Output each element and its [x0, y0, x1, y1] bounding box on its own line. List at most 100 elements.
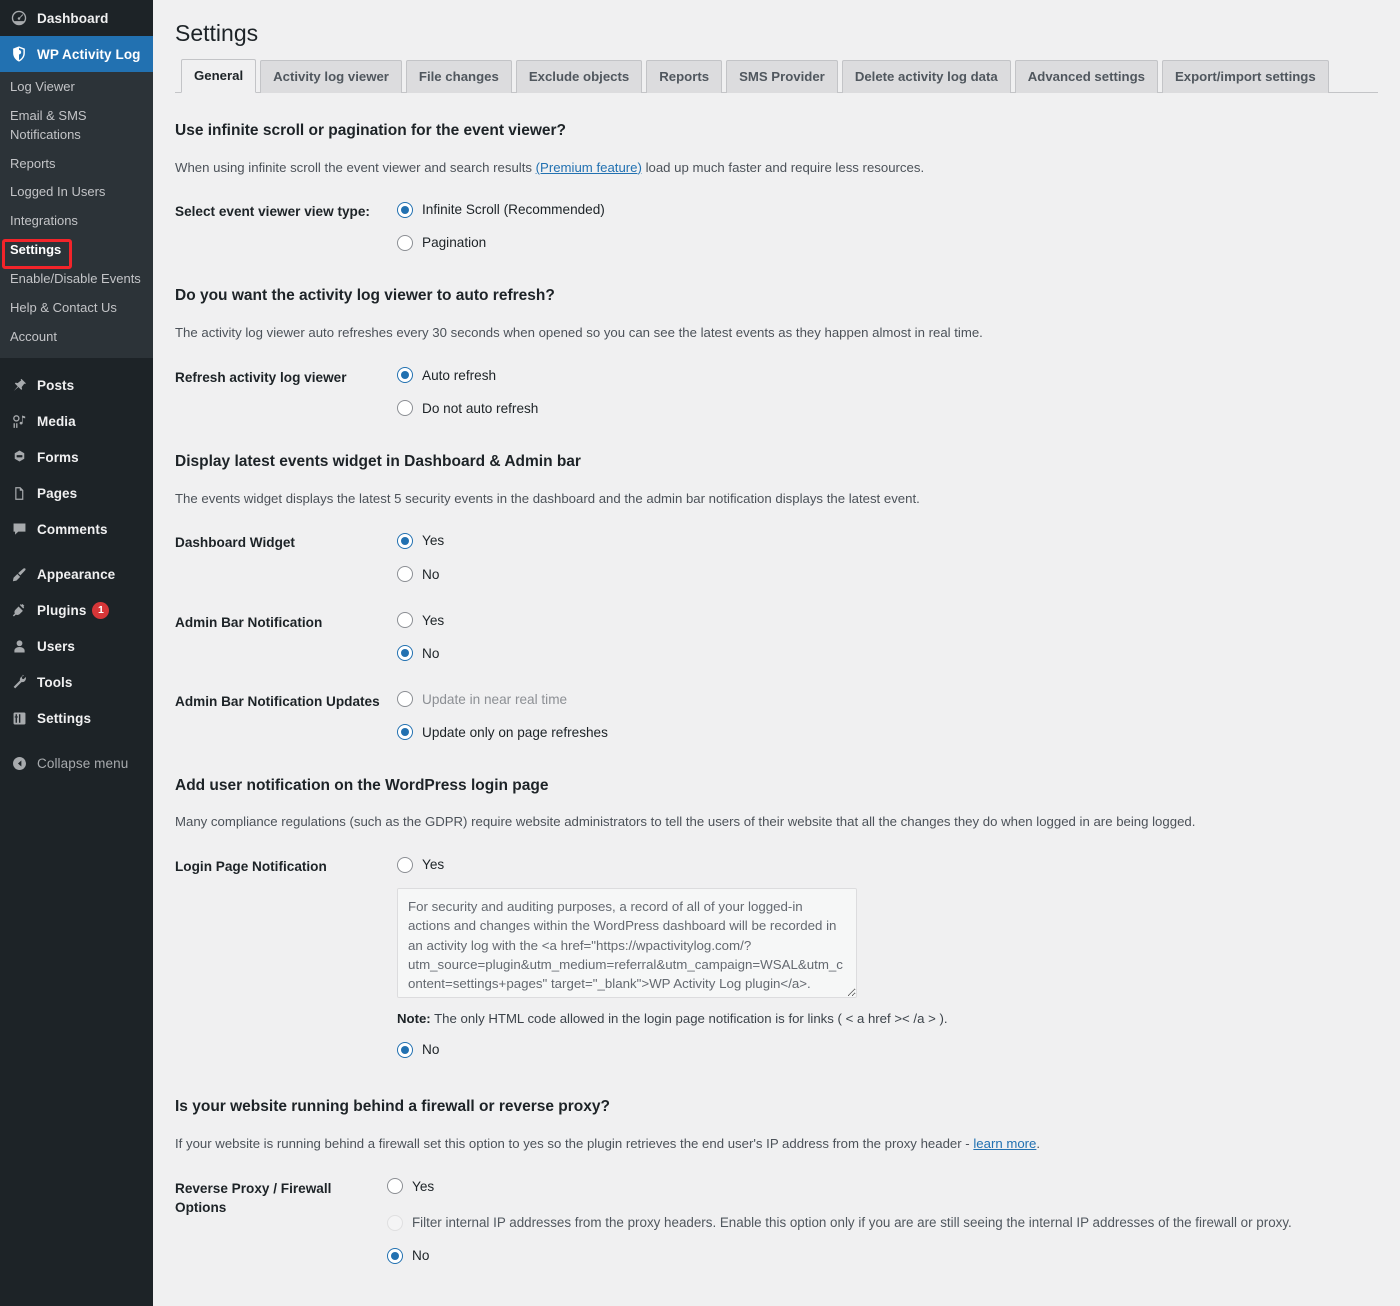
radio-option-proxy-no[interactable]: No: [387, 1246, 1368, 1265]
sidebar-item-label: Dashboard: [37, 10, 109, 26]
radio-option-proxy-yes[interactable]: Yes: [387, 1177, 1368, 1196]
radio-option-admin-bar-notification-no[interactable]: No: [397, 644, 1368, 663]
tab-exclude-objects[interactable]: Exclude objects: [515, 59, 643, 93]
tab-general[interactable]: General: [181, 58, 257, 93]
section-desc-event-viewer-scroll: When using infinite scroll the event vie…: [175, 158, 1378, 178]
row-label-select-event-viewer-view-type: Select event viewer view type:: [175, 204, 370, 220]
tab-advanced-settings[interactable]: Advanced settings: [1014, 59, 1158, 93]
radio-label: Do not auto refresh: [422, 400, 539, 416]
form-table-events-widget: Dashboard Widget Yes No Admin Bar Notifi…: [175, 516, 1378, 753]
tab-delete-activity-log-data[interactable]: Delete activity log data: [841, 59, 1011, 93]
sidebar-item-settings-core[interactable]: Settings: [0, 700, 153, 736]
radio-option-dashboard-widget-yes[interactable]: Yes: [397, 531, 1368, 550]
radio-option-do-not-auto-refresh[interactable]: Do not auto refresh: [397, 399, 1368, 418]
radio-dashboard-widget-no[interactable]: [397, 566, 413, 583]
sidebar-item-label: Posts: [37, 377, 75, 393]
radio-option-admin-bar-notification-yes[interactable]: Yes: [397, 611, 1368, 630]
sidebar-item-help-contact-us[interactable]: Help & Contact Us: [0, 294, 153, 323]
radio-pagination[interactable]: [397, 234, 413, 251]
radio-update-on-page-refreshes[interactable]: [397, 724, 413, 741]
sidebar-item-dashboard[interactable]: Dashboard: [0, 0, 153, 36]
collapse-menu-button[interactable]: Collapse menu: [0, 745, 153, 781]
table-row: Admin Bar Notification Yes No: [175, 596, 1378, 675]
settings-sliders-icon: [9, 708, 29, 728]
checkbox-filter-internal-ip[interactable]: [387, 1214, 403, 1231]
settings-tab-bar: General Activity log viewer File changes…: [175, 58, 1378, 93]
row-control-refresh-activity-log-viewer: Auto refresh Do not auto refresh: [397, 351, 1378, 430]
sidebar-item-settings[interactable]: Settings: [0, 236, 153, 265]
radio-login-notification-no[interactable]: [397, 1041, 413, 1058]
dashboard-icon: [9, 8, 29, 28]
sidebar-item-logged-in-users[interactable]: Logged In Users: [0, 178, 153, 207]
tools-wrench-icon: [9, 672, 29, 692]
page-title: Settings: [175, 20, 259, 46]
section-desc-reverse-proxy: If your website is running behind a fire…: [175, 1134, 1378, 1154]
sidebar-item-enable-disable-events[interactable]: Enable/Disable Events: [0, 265, 153, 294]
radio-option-update-near-real-time[interactable]: Update in near real time: [397, 690, 1368, 709]
wp-activity-log-submenu: Log Viewer Email & SMS Notifications Rep…: [0, 72, 153, 359]
sidebar-item-account[interactable]: Account: [0, 323, 153, 352]
radio-update-near-real-time[interactable]: [397, 691, 413, 708]
radio-option-infinite-scroll[interactable]: Infinite Scroll (Recommended): [397, 200, 1368, 219]
general-settings-panel: Use infinite scroll or pagination for th…: [175, 93, 1378, 1278]
radio-admin-bar-notification-yes[interactable]: [397, 612, 413, 629]
sidebar-item-posts[interactable]: Posts: [0, 367, 153, 403]
radio-do-not-auto-refresh[interactable]: [397, 400, 413, 417]
radio-login-notification-yes[interactable]: [397, 856, 413, 873]
sidebar-item-label: WP Activity Log: [37, 46, 141, 62]
tab-export-import-settings[interactable]: Export/import settings: [1162, 59, 1329, 93]
radio-option-auto-refresh[interactable]: Auto refresh: [397, 366, 1368, 385]
appearance-brush-icon: [9, 564, 29, 584]
sidebar-item-appearance[interactable]: Appearance: [0, 556, 153, 592]
sidebar-item-log-viewer[interactable]: Log Viewer: [0, 73, 153, 102]
menu-divider: [0, 358, 153, 367]
menu-divider: [0, 547, 153, 556]
radio-option-pagination[interactable]: Pagination: [397, 233, 1368, 252]
tab-sms-provider[interactable]: SMS Provider: [726, 59, 838, 93]
tab-reports[interactable]: Reports: [646, 59, 723, 93]
premium-feature-link[interactable]: (Premium feature): [536, 160, 642, 175]
radio-proxy-no[interactable]: [387, 1248, 403, 1264]
radio-option-update-on-page-refreshes[interactable]: Update only on page refreshes: [397, 723, 1368, 742]
desc-text-after: load up much faster and require less res…: [641, 159, 925, 175]
sidebar-item-email-sms-notifications[interactable]: Email & SMS Notifications: [0, 102, 110, 150]
sidebar-item-forms[interactable]: Forms: [0, 439, 153, 475]
collapse-menu-label: Collapse menu: [37, 755, 129, 771]
sidebar-item-comments[interactable]: Comments: [0, 511, 153, 547]
radio-option-login-notification-no[interactable]: No: [397, 1040, 1368, 1059]
sidebar-item-pages[interactable]: Pages: [0, 475, 153, 511]
form-table-reverse-proxy: Reverse Proxy / Firewall Options Yes Fil…: [175, 1162, 1378, 1278]
sidebar-item-wp-activity-log[interactable]: WP Activity Log: [0, 36, 153, 72]
tab-activity-log-viewer[interactable]: Activity log viewer: [260, 59, 402, 93]
radio-admin-bar-notification-no[interactable]: [397, 645, 413, 662]
desc-text-before: When using infinite scroll the event vie…: [175, 159, 536, 175]
sidebar-item-media[interactable]: Media: [0, 403, 153, 439]
row-label-dashboard-widget: Dashboard Widget: [175, 535, 295, 551]
sidebar-item-label: Settings: [37, 710, 92, 726]
radio-option-dashboard-widget-no[interactable]: No: [397, 565, 1368, 584]
row-label-refresh-activity-log-viewer: Refresh activity log viewer: [175, 369, 347, 385]
radio-label: Infinite Scroll (Recommended): [422, 202, 605, 218]
learn-more-link[interactable]: learn more: [973, 1136, 1036, 1151]
radio-proxy-yes[interactable]: [387, 1178, 403, 1195]
sidebar-item-reports[interactable]: Reports: [0, 150, 153, 179]
radio-option-login-notification-yes[interactable]: Yes: [397, 855, 1368, 874]
checkbox-option-filter-internal-ip[interactable]: Filter internal IP addresses from the pr…: [387, 1214, 1368, 1233]
radio-auto-refresh[interactable]: [397, 367, 413, 384]
sidebar-item-plugins[interactable]: Plugins 1: [0, 592, 153, 628]
section-desc-events-widget: The events widget displays the latest 5 …: [175, 490, 920, 506]
login-notification-note: Note: The only HTML code allowed in the …: [397, 1011, 1368, 1026]
shield-icon: [9, 44, 29, 64]
row-control-login-page-notification: Yes Note: The only HTML code allowed in …: [397, 840, 1378, 1071]
sidebar-item-users[interactable]: Users: [0, 628, 153, 664]
table-row: Admin Bar Notification Updates Update in…: [175, 675, 1378, 754]
radio-label: Yes: [412, 1178, 435, 1194]
section-heading-reverse-proxy: Is your website running behind a firewal…: [175, 1098, 610, 1116]
tab-file-changes[interactable]: File changes: [405, 59, 512, 93]
radio-dashboard-widget-yes[interactable]: [397, 532, 413, 549]
sidebar-item-integrations[interactable]: Integrations: [0, 207, 153, 236]
row-control-admin-bar-notification-updates: Update in near real time Update only on …: [397, 675, 1378, 754]
radio-infinite-scroll[interactable]: [397, 201, 413, 218]
sidebar-item-tools[interactable]: Tools: [0, 664, 153, 700]
login-notification-textarea[interactable]: [397, 888, 857, 999]
